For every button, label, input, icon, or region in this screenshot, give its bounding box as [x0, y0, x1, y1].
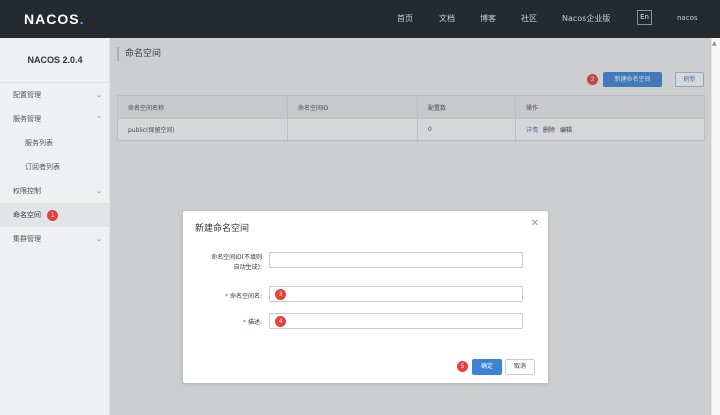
chevron-down-icon: ⌄	[96, 187, 102, 195]
namespace-name-label: * 命名空间名:	[224, 293, 262, 300]
close-icon[interactable]: ✕	[531, 218, 539, 229]
chevron-up-icon: ⌃	[96, 115, 102, 123]
dialog-title: 新建命名空间	[195, 224, 250, 234]
language-switch[interactable]: En	[637, 10, 652, 25]
sidebar-item-label: 服务管理	[13, 115, 41, 123]
step-badge: 4	[275, 316, 286, 327]
sidebar-item-service[interactable]: 服务管理 ⌃	[0, 107, 110, 131]
sidebar-item-label: 配置管理	[13, 91, 41, 99]
sidebar-item-label: 订阅者列表	[25, 163, 60, 171]
nav-community[interactable]: 社区	[521, 13, 537, 24]
sidebar-item-label: 权限控制	[13, 187, 41, 195]
description-label: * 描述:	[242, 319, 262, 326]
confirm-button[interactable]: 确定	[472, 359, 502, 375]
nav-blog[interactable]: 博客	[480, 13, 496, 24]
page-scrollbar[interactable]	[711, 38, 720, 415]
sidebar-item-namespace[interactable]: 命名空间 1	[0, 203, 110, 227]
sidebar-item-config[interactable]: 配置管理 ⌄	[0, 83, 110, 107]
namespace-name-input[interactable]: 3	[269, 286, 523, 302]
sidebar-item-service-list[interactable]: 服务列表	[0, 131, 110, 155]
step-badge: 3	[275, 289, 286, 300]
chevron-down-icon: ⌄	[96, 91, 102, 99]
sidebar-item-cluster[interactable]: 集群管理 ⌄	[0, 227, 110, 251]
top-navbar: NACOS. 首页 文档 博客 社区 Nacos企业版 En nacos	[0, 0, 720, 38]
sidebar-item-auth[interactable]: 权限控制 ⌄	[0, 179, 110, 203]
scroll-up-icon[interactable]: ▲	[712, 40, 717, 47]
nav-docs[interactable]: 文档	[439, 13, 455, 24]
sidebar-item-label: 服务列表	[25, 139, 53, 147]
new-namespace-dialog: 新建命名空间 ✕ 命名空间ID(不填则 自动生成): * 命名空间名: 3 * 描述…	[183, 211, 548, 383]
chevron-down-icon: ⌄	[96, 235, 102, 243]
user-name[interactable]: nacos	[677, 14, 698, 22]
description-input[interactable]: 4	[269, 313, 523, 329]
sidebar-item-label: 命名空间	[13, 211, 41, 219]
nav-enterprise[interactable]: Nacos企业版	[562, 13, 610, 24]
step-badge: 1	[47, 209, 59, 221]
nav-home[interactable]: 首页	[397, 13, 413, 24]
sidebar-item-label: 集群管理	[13, 235, 41, 243]
step-badge: 5	[457, 361, 468, 372]
nacos-logo[interactable]: NACOS.	[24, 11, 84, 27]
sidebar: NACOS 2.0.4 配置管理 ⌄ 服务管理 ⌃ 服务列表 订阅者列表 权限控…	[0, 38, 110, 415]
namespace-id-label: 命名空间ID(不填则 自动生成):	[211, 254, 262, 271]
namespace-id-input[interactable]	[269, 252, 523, 268]
version-label: NACOS 2.0.4	[0, 38, 110, 83]
cancel-button[interactable]: 取消	[505, 359, 535, 375]
sidebar-item-subscribers[interactable]: 订阅者列表	[0, 155, 110, 179]
